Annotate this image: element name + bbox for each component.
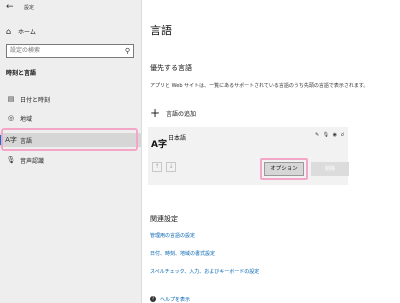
- date-time-region-format-link[interactable]: 日付、時刻、地域の書式設定: [150, 250, 215, 257]
- home-icon: ⌂: [6, 26, 12, 36]
- sidebar-item-label: 日付と時刻: [20, 96, 51, 104]
- search-input[interactable]: 設定の検索 ⚲: [6, 44, 134, 58]
- home-label: ホーム: [18, 28, 36, 36]
- microphone-icon: 🎙: [6, 156, 16, 164]
- back-arrow-icon[interactable]: ←: [6, 2, 16, 12]
- sidebar-home[interactable]: ⌂ ホーム: [6, 25, 36, 37]
- add-language-button[interactable]: + 言語の追加: [150, 106, 196, 120]
- plus-icon: +: [150, 106, 161, 120]
- page-title: 言語: [150, 24, 172, 37]
- add-language-label: 言語の追加: [166, 110, 197, 118]
- sidebar-item-label: 地域: [20, 115, 33, 123]
- preferred-languages-description: アプリと Web サイトは、一覧にあるサポートされている言語のうち先頭の言語で表…: [150, 83, 369, 89]
- language-name: 日本語: [168, 135, 187, 142]
- help-label: ヘルプを表示: [160, 296, 191, 303]
- help-icon: ?: [150, 296, 156, 302]
- related-settings-heading: 関連設定: [150, 215, 178, 223]
- move-down-button[interactable]: ↓: [166, 162, 176, 172]
- spelling-typing-keyboard-link[interactable]: スペルチェック、入力、およびキーボードの設定: [150, 268, 259, 275]
- language-icon: A字: [151, 140, 167, 150]
- help-link[interactable]: ? ヘルプを表示: [150, 295, 190, 303]
- language-feature-icons: ✎ 🎙 ◉ ☌: [314, 132, 345, 138]
- admin-language-settings-link[interactable]: 管理用の言語の設定: [150, 232, 195, 239]
- highlight-frame-language: [1, 128, 138, 151]
- calendar-clock-icon: ▤: [7, 95, 15, 103]
- sidebar-section-title: 時刻と言語: [6, 70, 37, 77]
- search-icon: ⚲: [124, 47, 130, 55]
- remove-button[interactable]: 削除: [311, 162, 349, 176]
- sidebar-item-label: 音声認識: [20, 157, 45, 165]
- sidebar-item-date-time[interactable]: ▤ 日付と時刻: [0, 92, 141, 106]
- sidebar: ← 設定 ⌂ ホーム 設定の検索 ⚲ 時刻と言語 ▤ 日付と時刻 ◎ 地域 A字…: [0, 0, 142, 303]
- sidebar-item-speech[interactable]: 🎙 音声認識: [0, 153, 141, 167]
- language-item-japanese[interactable]: A字 日本語 ✎ 🎙 ◉ ☌ ↑ ↓ オプション 削除: [148, 127, 349, 185]
- window-title: 設定: [24, 5, 35, 11]
- search-placeholder: 設定の検索: [10, 47, 41, 54]
- highlight-frame-options: [260, 158, 308, 180]
- main-content: 言語 優先する言語 アプリと Web サイトは、一覧にあるサポートされている言語…: [142, 0, 400, 303]
- globe-icon: ◎: [7, 114, 15, 122]
- sidebar-item-region[interactable]: ◎ 地域: [0, 111, 141, 125]
- preferred-languages-heading: 優先する言語: [150, 64, 192, 72]
- move-up-button[interactable]: ↑: [152, 162, 162, 172]
